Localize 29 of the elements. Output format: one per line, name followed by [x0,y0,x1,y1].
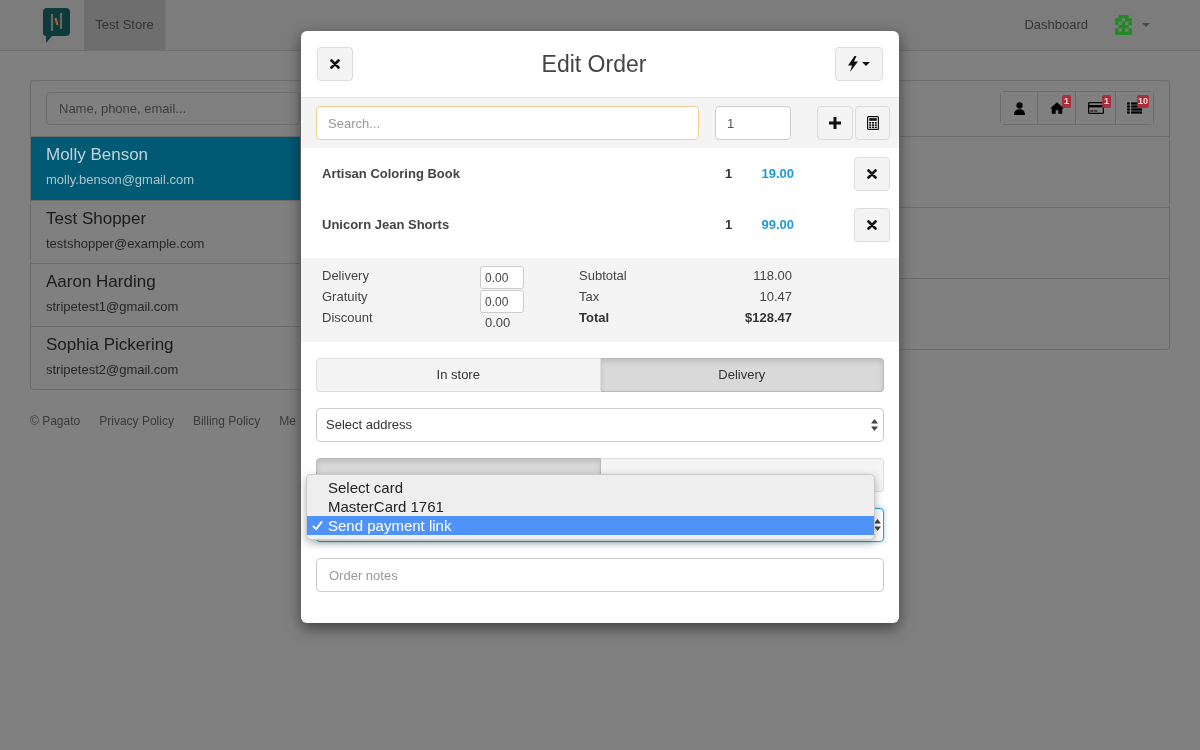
amount-value: 0.00 [484,314,511,332]
item-quantity: 1 [723,165,734,184]
customer-email: stripetest2@gmail.com [46,361,179,379]
customer-name: Sophia Pickering [46,335,174,355]
total-label: Tax [579,288,600,306]
dialog-title: Edit Order [540,50,648,79]
adjustment-label: Gratuity [322,288,368,306]
item-price: 99.00 [760,216,794,235]
adjustment-label: Delivery [322,267,369,285]
customer-name: Aaron Harding [46,272,156,292]
total-value: 10.47 [759,288,792,306]
copyright-text: © Pagato [30,413,81,430]
customer-name: Test Shopper [46,209,147,229]
notification-badge: 10 [1137,95,1149,108]
total-label: Total [579,309,610,327]
adjustment-label: Discount [322,309,373,327]
total-value: 118.00 [753,267,792,285]
item-name: Unicorn Jean Shorts [322,216,451,235]
item-quantity: 1 [723,216,734,235]
item-name: Artisan Coloring Book [322,165,461,184]
total-label: Subtotal [579,267,627,285]
item-price: 19.00 [760,165,794,184]
customer-email: molly.benson@gmail.com [46,171,195,189]
notification-badge: 1 [1102,95,1111,108]
total-value: $128.47 [745,309,792,327]
customer-name: Molly Benson [46,145,149,165]
customer-email: stripetest1@gmail.com [46,298,179,316]
notification-badge: 1 [1062,95,1071,108]
customer-email: testshopper@example.com [46,235,205,253]
